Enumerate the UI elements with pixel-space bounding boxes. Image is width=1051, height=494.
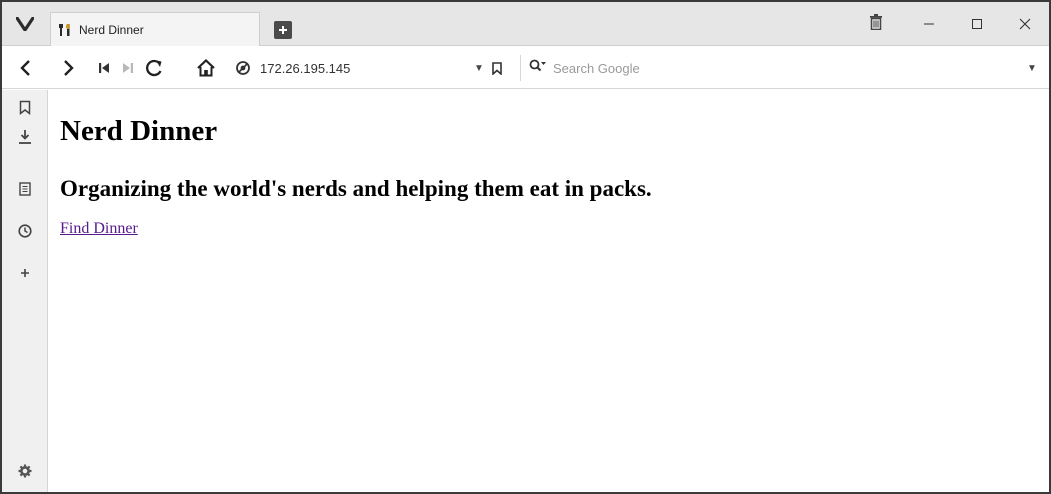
page-content: Nerd Dinner Organizing the world's nerds… — [60, 114, 1039, 238]
reload-icon — [146, 59, 162, 77]
maximize-icon — [972, 19, 982, 29]
trash-button[interactable] — [869, 14, 883, 35]
page-title: Nerd Dinner — [60, 115, 218, 147]
download-icon — [19, 130, 31, 144]
trash-icon — [870, 14, 882, 31]
tab-bar: Nerd Dinner — [2, 2, 1049, 46]
fast-forward-icon — [123, 63, 133, 73]
sidebar-settings-button[interactable] — [2, 460, 48, 482]
tab-title: Nerd Dinner — [79, 22, 144, 37]
minimize-button[interactable] — [905, 2, 953, 46]
window-controls — [905, 2, 1049, 46]
vivaldi-menu-button[interactable] — [2, 2, 48, 46]
history-icon — [18, 224, 32, 238]
back-button[interactable] — [12, 47, 38, 89]
search-input[interactable] — [553, 60, 1021, 76]
fast-forward-button[interactable] — [115, 47, 141, 89]
maximize-button[interactable] — [953, 2, 1001, 46]
chevron-down-icon: ▼ — [474, 62, 484, 74]
minimize-icon — [924, 23, 934, 25]
close-icon — [1019, 18, 1031, 30]
bookmark-page-button[interactable] — [492, 55, 502, 81]
notes-icon — [19, 182, 31, 196]
find-dinner-link[interactable]: Find Dinner — [60, 220, 138, 237]
search-engine-icon[interactable] — [529, 59, 547, 78]
address-input[interactable] — [260, 60, 460, 76]
address-dropdown-button[interactable]: ▼ — [474, 55, 484, 81]
vivaldi-logo-icon — [16, 17, 34, 31]
forward-button[interactable] — [56, 47, 82, 89]
reload-button[interactable] — [141, 47, 167, 89]
new-tab-button[interactable] — [274, 21, 292, 39]
rewind-button[interactable] — [91, 47, 117, 89]
close-button[interactable] — [1001, 2, 1049, 46]
chevron-right-icon — [64, 60, 74, 76]
address-bar[interactable] — [232, 55, 514, 81]
sidebar-add-panel-button[interactable] — [2, 262, 48, 284]
add-panel-icon — [21, 269, 29, 277]
tab-nerd-dinner[interactable]: Nerd Dinner — [50, 12, 260, 46]
browser-window: Nerd Dinner 172.26.195.145 ▼ Search Goog… — [0, 0, 1051, 494]
chevron-left-icon — [20, 60, 30, 76]
settings-icon — [18, 464, 32, 478]
page-subtitle: Organizing the world's nerds and helping… — [60, 175, 652, 201]
home-icon — [197, 59, 215, 77]
side-panel — [2, 90, 48, 492]
sidebar-history-button[interactable] — [2, 220, 48, 242]
fork-knife-icon — [59, 23, 71, 37]
bookmark-icon — [492, 61, 502, 75]
search-box[interactable]: ▼ — [520, 55, 1043, 81]
rewind-icon — [99, 63, 109, 73]
search-dropdown-icon[interactable]: ▼ — [1021, 63, 1043, 74]
home-button[interactable] — [193, 47, 219, 89]
site-info-icon[interactable] — [232, 61, 254, 75]
navigation-toolbar: ▼ ▼ — [2, 47, 1049, 89]
plus-icon — [279, 26, 287, 34]
sidebar-bookmarks-button[interactable] — [2, 96, 48, 118]
bookmark-icon — [19, 100, 31, 115]
sidebar-downloads-button[interactable] — [2, 126, 48, 148]
sidebar-notes-button[interactable] — [2, 178, 48, 200]
